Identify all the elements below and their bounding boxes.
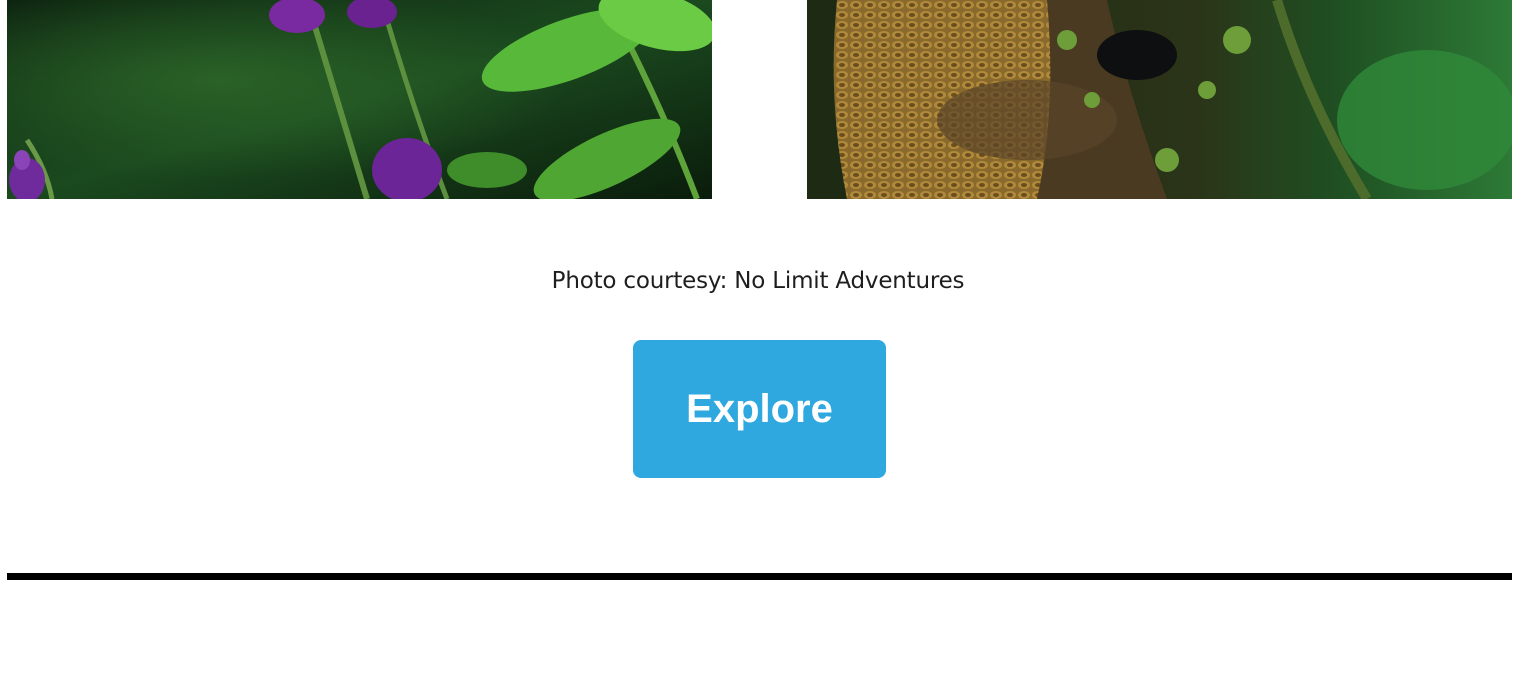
photo-credit-caption: Photo courtesy: No Limit Adventures [551,268,965,294]
section-divider [7,573,1512,580]
snake-photo [807,0,1512,199]
page: Photo courtesy: No Limit Adventures Expl… [0,0,1516,694]
explore-button[interactable]: Explore [633,340,886,478]
flower-photo-image [7,0,712,199]
flower-photo [7,0,712,199]
snake-photo-image [807,0,1512,199]
